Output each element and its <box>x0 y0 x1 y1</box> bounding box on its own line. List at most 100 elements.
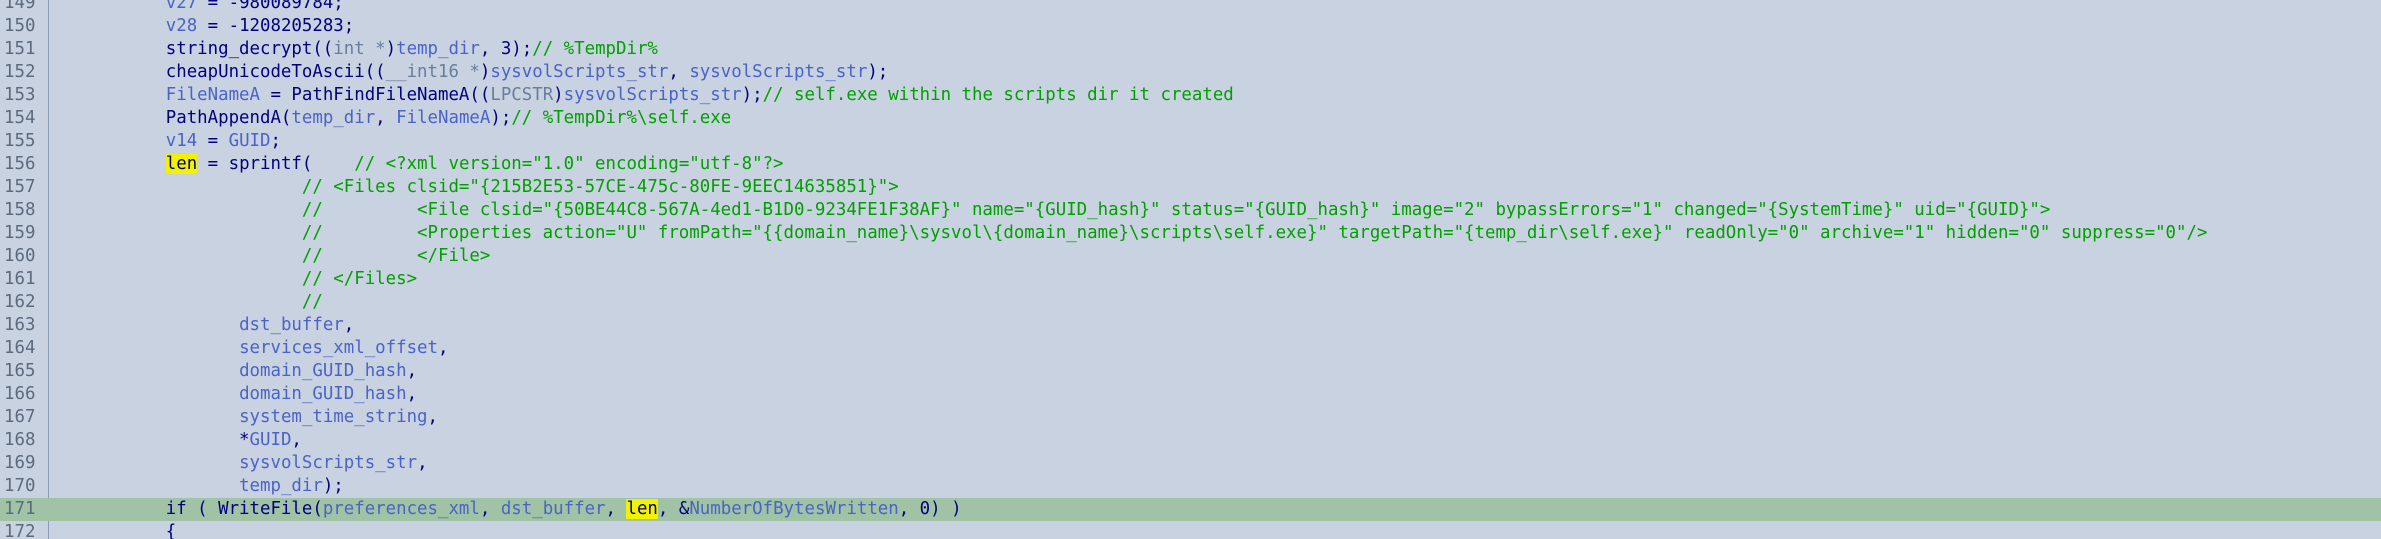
line-number: 167 <box>4 407 36 427</box>
code-token: ); <box>322 476 344 496</box>
code-text: services_xml_offset, <box>82 337 448 360</box>
code-text: // </Files> <box>82 268 417 291</box>
code-token: = PathFindFileNameA(( <box>260 85 491 105</box>
code-text: v27 = -980089784; <box>82 0 344 15</box>
code-line[interactable]: 155 v14 = GUID; <box>0 130 2381 153</box>
code-comment: // <File clsid="{50BE44C8-567A-4ed1-B1D0… <box>301 200 2051 220</box>
code-identifier[interactable]: sysvolScripts_str <box>689 62 867 82</box>
code-line[interactable]: 167 system_time_string, <box>0 406 2381 429</box>
code-token: if ( WriteFile( <box>82 499 323 519</box>
code-identifier[interactable]: v14 <box>166 131 197 151</box>
line-number: 159 <box>4 223 36 243</box>
code-line[interactable]: 165 domain_GUID_hash, <box>0 360 2381 383</box>
code-token: , <box>291 430 302 450</box>
code-identifier[interactable]: system_time_string <box>239 407 427 427</box>
code-identifier[interactable]: temp_dir <box>239 476 323 496</box>
code-token: , <box>427 407 439 427</box>
line-number: 171 <box>4 499 36 519</box>
code-text: domain_GUID_hash, <box>82 383 417 406</box>
code-line[interactable]: 168 *GUID, <box>0 429 2381 452</box>
code-line[interactable]: 159 // <Properties action="U" fromPath="… <box>0 222 2381 245</box>
code-identifier[interactable]: GUID <box>229 131 271 151</box>
code-line[interactable]: 152 cheapUnicodeToAscii((__int16 *)sysvo… <box>0 61 2381 84</box>
code-identifier[interactable]: dst_buffer <box>239 315 344 335</box>
code-token: , <box>375 108 397 128</box>
code-identifier[interactable]: sysvolScripts_str <box>490 62 668 82</box>
pseudocode-editor[interactable]: 149 v27 = -980089784; 150 v28 = -12082052… <box>0 0 2381 539</box>
code-identifier[interactable]: dst_buffer <box>501 499 606 519</box>
code-line[interactable]: 149 v27 = -980089784; <box>0 0 2381 15</box>
code-text: temp_dir); <box>82 475 344 498</box>
code-identifier[interactable]: v27 <box>166 0 197 13</box>
code-identifier[interactable]: NumberOfBytesWritten <box>689 499 898 519</box>
code-identifier[interactable]: preferences_xml <box>323 499 480 519</box>
code-identifier[interactable]: temp_dir <box>291 108 375 128</box>
code-identifier[interactable]: FileNameA <box>396 108 490 128</box>
code-text: *GUID, <box>82 429 302 452</box>
code-token: , 0) ) <box>898 499 962 519</box>
code-text: cheapUnicodeToAscii((__int16 *)sysvolScr… <box>82 61 889 84</box>
code-token: , <box>343 315 355 335</box>
code-token: , <box>479 499 501 519</box>
code-text: PathAppendA(temp_dir, FileNameA);// %Tem… <box>82 107 731 130</box>
code-line[interactable]: 157 // <Files clsid="{215B2E53-57CE-475c… <box>0 176 2381 199</box>
code-line[interactable]: 160 // </File> <box>0 245 2381 268</box>
code-identifier[interactable]: temp_dir <box>396 39 480 59</box>
code-line[interactable]: 162 // <box>0 291 2381 314</box>
code-line[interactable]: 150 v28 = -1208205283; <box>0 15 2381 38</box>
line-number: 161 <box>4 269 36 289</box>
code-comment: // %TempDir%\self.exe <box>511 108 732 128</box>
code-identifier[interactable]: domain_GUID_hash <box>239 384 407 404</box>
code-line[interactable]: 164 services_xml_offset, <box>0 337 2381 360</box>
line-number: 152 <box>4 62 36 82</box>
line-number: 163 <box>4 315 36 335</box>
code-identifier[interactable]: services_xml_offset <box>239 338 438 358</box>
line-number: 150 <box>4 16 36 36</box>
code-line[interactable]: 166 domain_GUID_hash, <box>0 383 2381 406</box>
line-number: 166 <box>4 384 36 404</box>
code-comment: // <?xml version="1.0" encoding="utf-8"?… <box>354 154 784 174</box>
line-number: 154 <box>4 108 36 128</box>
code-line[interactable]: 163 dst_buffer, <box>0 314 2381 337</box>
highlighted-identifier[interactable]: len <box>165 154 198 174</box>
code-token: , 3); <box>479 39 533 59</box>
code-text: FileNameA = PathFindFileNameA((LPCSTR)sy… <box>82 84 1234 107</box>
code-line[interactable]: 156 len = sprintf( // <?xml version="1.0… <box>0 153 2381 176</box>
code-identifier[interactable]: sysvolScripts_str <box>239 453 417 473</box>
code-line[interactable]: 151 string_decrypt((int *)temp_dir, 3);/… <box>0 38 2381 61</box>
code-line[interactable]: 170 temp_dir); <box>0 475 2381 498</box>
code-text: // <File clsid="{50BE44C8-567A-4ed1-B1D0… <box>82 199 2051 222</box>
code-identifier[interactable]: sysvolScripts_str <box>564 85 742 105</box>
code-token: , <box>668 62 690 82</box>
code-token: , <box>438 338 449 358</box>
code-identifier[interactable]: FileNameA <box>166 85 260 105</box>
code-line[interactable]: 154 PathAppendA(temp_dir, FileNameA);// … <box>0 107 2381 130</box>
code-token: ) <box>553 85 564 105</box>
code-identifier[interactable]: domain_GUID_hash <box>239 361 407 381</box>
code-token: ) <box>479 62 491 82</box>
code-line-current[interactable]: 171 if ( WriteFile(preferences_xml, dst_… <box>0 498 2381 521</box>
code-line[interactable]: 161 // </Files> <box>0 268 2381 291</box>
code-line[interactable]: 169 sysvolScripts_str, <box>0 452 2381 475</box>
line-number: 149 <box>4 0 36 13</box>
code-token: __int16 * <box>385 62 480 82</box>
code-token: ); <box>741 85 763 105</box>
code-token: , <box>406 384 418 404</box>
code-line[interactable]: 158 // <File clsid="{50BE44C8-567A-4ed1-… <box>0 199 2381 222</box>
code-line[interactable]: 153 FileNameA = PathFindFileNameA((LPCST… <box>0 84 2381 107</box>
code-comment: // <Properties action="U" fromPath="{{do… <box>301 223 2208 243</box>
code-token: , <box>406 361 418 381</box>
line-number: 165 <box>4 361 36 381</box>
code-identifier[interactable]: GUID <box>250 430 292 450</box>
code-line[interactable]: 172 { <box>0 521 2381 539</box>
code-comment: // self.exe within the scripts dir it cr… <box>762 85 1234 105</box>
code-identifier[interactable]: v28 <box>166 16 197 36</box>
highlighted-identifier[interactable]: len <box>626 499 658 519</box>
